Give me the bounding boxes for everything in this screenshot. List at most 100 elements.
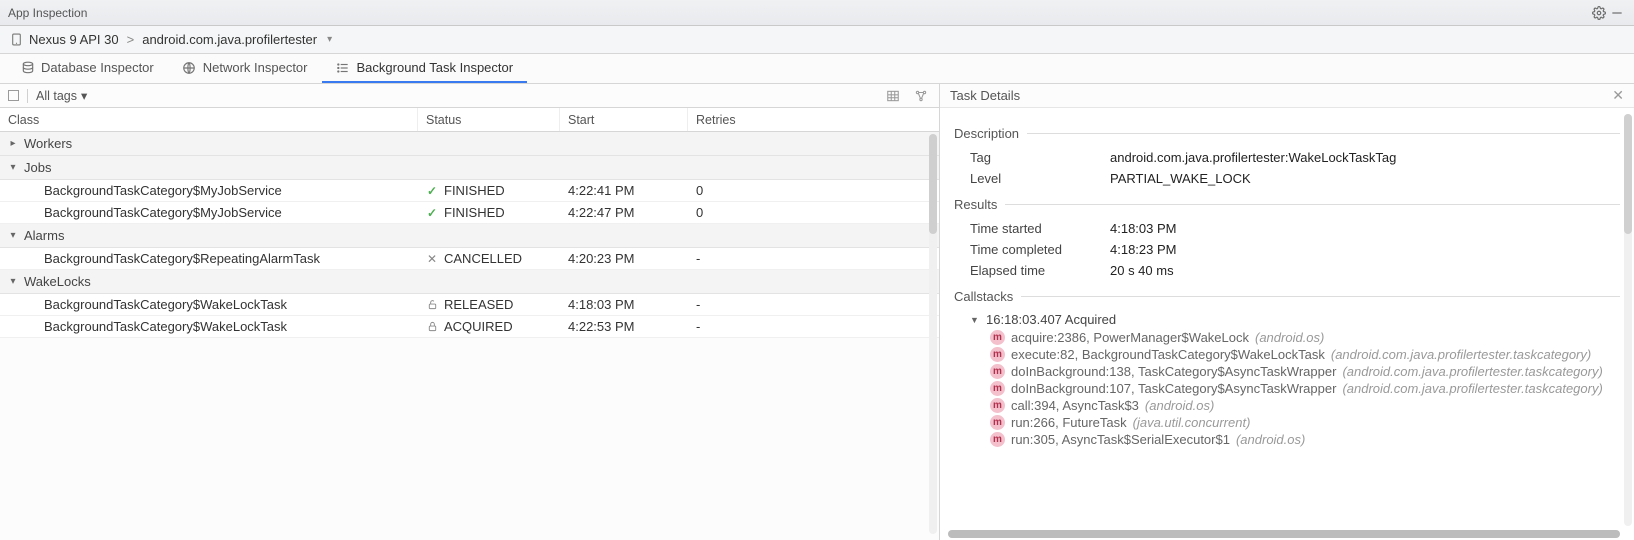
callstack-package: (android.os) [1236,432,1305,447]
value-time-completed: 4:18:23 PM [1110,242,1177,257]
callstack-signature: doInBackground:138, TaskCategory$AsyncTa… [1011,364,1336,379]
cell-start: 4:22:53 PM [560,319,688,334]
group-label: WakeLocks [24,274,91,289]
graph-view-icon[interactable] [911,89,931,103]
group-wakelocks[interactable]: ▾ WakeLocks [0,270,939,294]
cell-status: RELEASED [418,297,560,312]
tab-background-task-inspector[interactable]: Background Task Inspector [322,54,528,83]
cell-retries: 0 [688,183,939,198]
cell-class: BackgroundTaskCategory$RepeatingAlarmTas… [0,251,418,266]
lock-open-icon [426,299,438,311]
globe-icon [182,60,197,75]
callstack-entry[interactable]: mrun:266, FutureTask (java.util.concurre… [954,414,1620,431]
separator [27,89,28,103]
value-level: PARTIAL_WAKE_LOCK [1110,171,1251,186]
breadcrumb-separator: > [125,32,137,47]
tab-label: Network Inspector [203,60,308,75]
callstack-package: (android.com.java.profilertester.taskcat… [1342,381,1602,396]
callstack-node[interactable]: ▼ 16:18:03.407 Acquired [954,310,1620,329]
callstack-signature: execute:82, BackgroundTaskCategory$WakeL… [1011,347,1325,362]
col-start[interactable]: Start [560,108,688,131]
callstack-signature: run:305, AsyncTask$SerialExecutor$1 [1011,432,1230,447]
callstack-package: (java.util.concurrent) [1133,415,1251,430]
minimize-icon[interactable] [1608,6,1626,20]
table-row[interactable]: BackgroundTaskCategory$WakeLockTask RELE… [0,294,939,316]
callstack-entry[interactable]: m execute:82, BackgroundTaskCategory$Wake… [954,346,1620,363]
section-results: Results [954,197,1620,212]
tags-filter-dropdown[interactable]: All tags ▾ [36,88,87,103]
cell-status: ✕ CANCELLED [418,251,560,266]
method-badge-icon: m [990,364,1005,379]
tasks-panel: All tags ▾ Class Status Start Retries ▸ … [0,84,940,540]
callstack-signature: doInBackground:107, TaskCategory$AsyncTa… [1011,381,1336,396]
tasks-table-body: ▸ Workers ▾ Jobs BackgroundTaskCategory$… [0,132,939,540]
callstack-package: (android.com.java.profilertester.taskcat… [1331,347,1591,362]
callstack-entry[interactable]: macquire:2386, PowerManager$WakeLock (an… [954,329,1620,346]
breadcrumb: Nexus 9 API 30 > android.com.java.profil… [0,26,1634,54]
col-retries[interactable]: Retries [688,108,939,131]
details-title: Task Details [950,88,1612,103]
table-row[interactable]: BackgroundTaskCategory$WakeLockTask ACQU… [0,316,939,338]
callstack-entry[interactable]: m doInBackground:138, TaskCategory$AsyncT… [954,363,1620,380]
method-badge-icon: m [990,347,1005,362]
titlebar: App Inspection [0,0,1634,26]
tasks-toolbar: All tags ▾ [0,84,939,108]
tasks-table-header: Class Status Start Retries [0,108,939,132]
label-time-started: Time started [970,221,1110,236]
check-icon: ✓ [426,207,438,219]
table-view-icon[interactable] [883,89,903,103]
list-icon [336,60,351,75]
col-class[interactable]: Class [0,108,418,131]
chevron-right-icon: ▸ [8,138,18,149]
cell-status: ✓ FINISHED [418,183,560,198]
cell-class: BackgroundTaskCategory$MyJobService [0,183,418,198]
close-icon[interactable]: ✕ [1612,87,1624,104]
label-elapsed: Elapsed time [970,263,1110,278]
gear-icon[interactable] [1590,6,1608,20]
scrollbar-horizontal[interactable] [948,530,1620,538]
group-jobs[interactable]: ▾ Jobs [0,156,939,180]
callstack-signature: call:394, AsyncTask$3 [1011,398,1139,413]
table-row[interactable]: BackgroundTaskCategory$RepeatingAlarmTas… [0,248,939,270]
group-workers[interactable]: ▸ Workers [0,132,939,156]
cell-start: 4:22:47 PM [560,205,688,220]
group-alarms[interactable]: ▾ Alarms [0,224,939,248]
triangle-down-icon: ▼ [970,315,980,325]
table-row[interactable]: BackgroundTaskCategory$MyJobService ✓ FI… [0,180,939,202]
stop-icon[interactable] [8,90,19,101]
col-status[interactable]: Status [418,108,560,131]
method-badge-icon: m [990,381,1005,396]
database-icon [20,60,35,75]
callstack-entry[interactable]: mrun:305, AsyncTask$SerialExecutor$1 (an… [954,431,1620,448]
callstack-package: (android.os) [1145,398,1214,413]
cell-retries: - [688,319,939,334]
scrollbar-vertical[interactable] [929,134,937,534]
section-callstacks: Callstacks [954,289,1620,304]
cell-status: ✓ FINISHED [418,205,560,220]
section-description: Description [954,126,1620,141]
value-elapsed: 20 s 40 ms [1110,263,1174,278]
task-details-panel: Task Details ✕ Description Tagandroid.co… [940,84,1634,540]
chevron-down-icon: ▾ [8,230,18,241]
chevron-down-icon: ▾ [8,162,18,173]
cell-retries: - [688,297,939,312]
callstack-signature: run:266, FutureTask [1011,415,1127,430]
check-icon: ✓ [426,185,438,197]
table-row[interactable]: BackgroundTaskCategory$MyJobService ✓ FI… [0,202,939,224]
details-header: Task Details ✕ [940,84,1634,108]
scrollbar-vertical[interactable] [1624,114,1632,526]
chevron-down-icon[interactable]: ▾ [323,34,332,45]
label-time-completed: Time completed [970,242,1110,257]
breadcrumb-process[interactable]: android.com.java.profilertester [142,32,317,47]
cell-class: BackgroundTaskCategory$WakeLockTask [0,297,418,312]
tab-label: Background Task Inspector [357,60,514,75]
callstack-entry[interactable]: mcall:394, AsyncTask$3 (android.os) [954,397,1620,414]
tab-database-inspector[interactable]: Database Inspector [6,54,168,83]
cell-retries: 0 [688,205,939,220]
breadcrumb-device[interactable]: Nexus 9 API 30 [29,32,119,47]
value-time-started: 4:18:03 PM [1110,221,1177,236]
callstack-entry[interactable]: m doInBackground:107, TaskCategory$AsyncT… [954,380,1620,397]
tab-network-inspector[interactable]: Network Inspector [168,54,322,83]
cell-class: BackgroundTaskCategory$WakeLockTask [0,319,418,334]
value-tag: android.com.java.profilertester:WakeLock… [1110,150,1396,165]
